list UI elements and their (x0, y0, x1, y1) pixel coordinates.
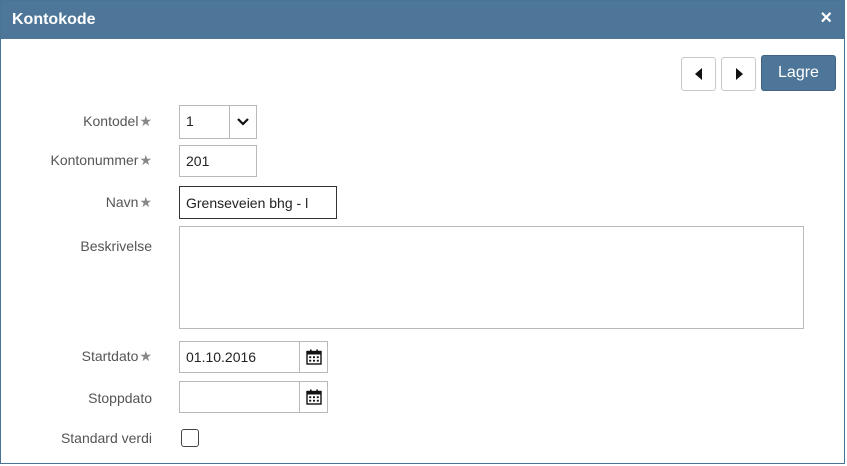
dialog-titlebar: Kontokode × (1, 1, 844, 39)
required-star-icon: ★ (139, 113, 152, 129)
startdato-field (179, 341, 328, 373)
calendar-icon (305, 349, 322, 365)
stoppdato-label: Stoppdato (88, 390, 152, 406)
next-button[interactable] (721, 57, 756, 91)
startdato-calendar-button[interactable] (299, 342, 327, 372)
kontodel-label: Kontodel★ (83, 113, 152, 129)
kontonummer-input[interactable] (179, 145, 257, 177)
required-star-icon: ★ (139, 348, 152, 364)
close-icon[interactable]: × (820, 8, 832, 28)
startdato-input[interactable] (180, 342, 299, 372)
calendar-icon (305, 389, 322, 405)
standard-verdi-label: Standard verdi (60, 430, 152, 446)
navn-input[interactable] (179, 186, 337, 219)
stoppdato-input[interactable] (180, 382, 299, 412)
kontonummer-label: Kontonummer★ (50, 152, 153, 168)
beskrivelse-label: Beskrivelse (80, 238, 152, 254)
caret-left-icon (694, 68, 702, 80)
navn-label: Navn★ (105, 194, 152, 210)
caret-right-icon (735, 68, 743, 80)
stoppdato-calendar-button[interactable] (299, 382, 327, 412)
kontokode-dialog: Kontokode × Lagre Kontodel★ 1 Kontonumme… (0, 0, 845, 464)
save-button[interactable]: Lagre (761, 55, 836, 91)
chevron-down-icon[interactable] (229, 106, 256, 138)
previous-button[interactable] (681, 57, 716, 91)
required-star-icon: ★ (139, 194, 152, 210)
dialog-title: Kontokode (12, 11, 96, 28)
required-star-icon: ★ (139, 152, 152, 168)
kontodel-select[interactable]: 1 (179, 105, 257, 139)
kontodel-selected-value: 1 (186, 113, 194, 129)
beskrivelse-textarea[interactable] (179, 226, 804, 329)
stoppdato-field (179, 381, 328, 413)
standard-verdi-checkbox[interactable] (181, 429, 199, 447)
startdato-label: Startdato★ (81, 348, 152, 364)
